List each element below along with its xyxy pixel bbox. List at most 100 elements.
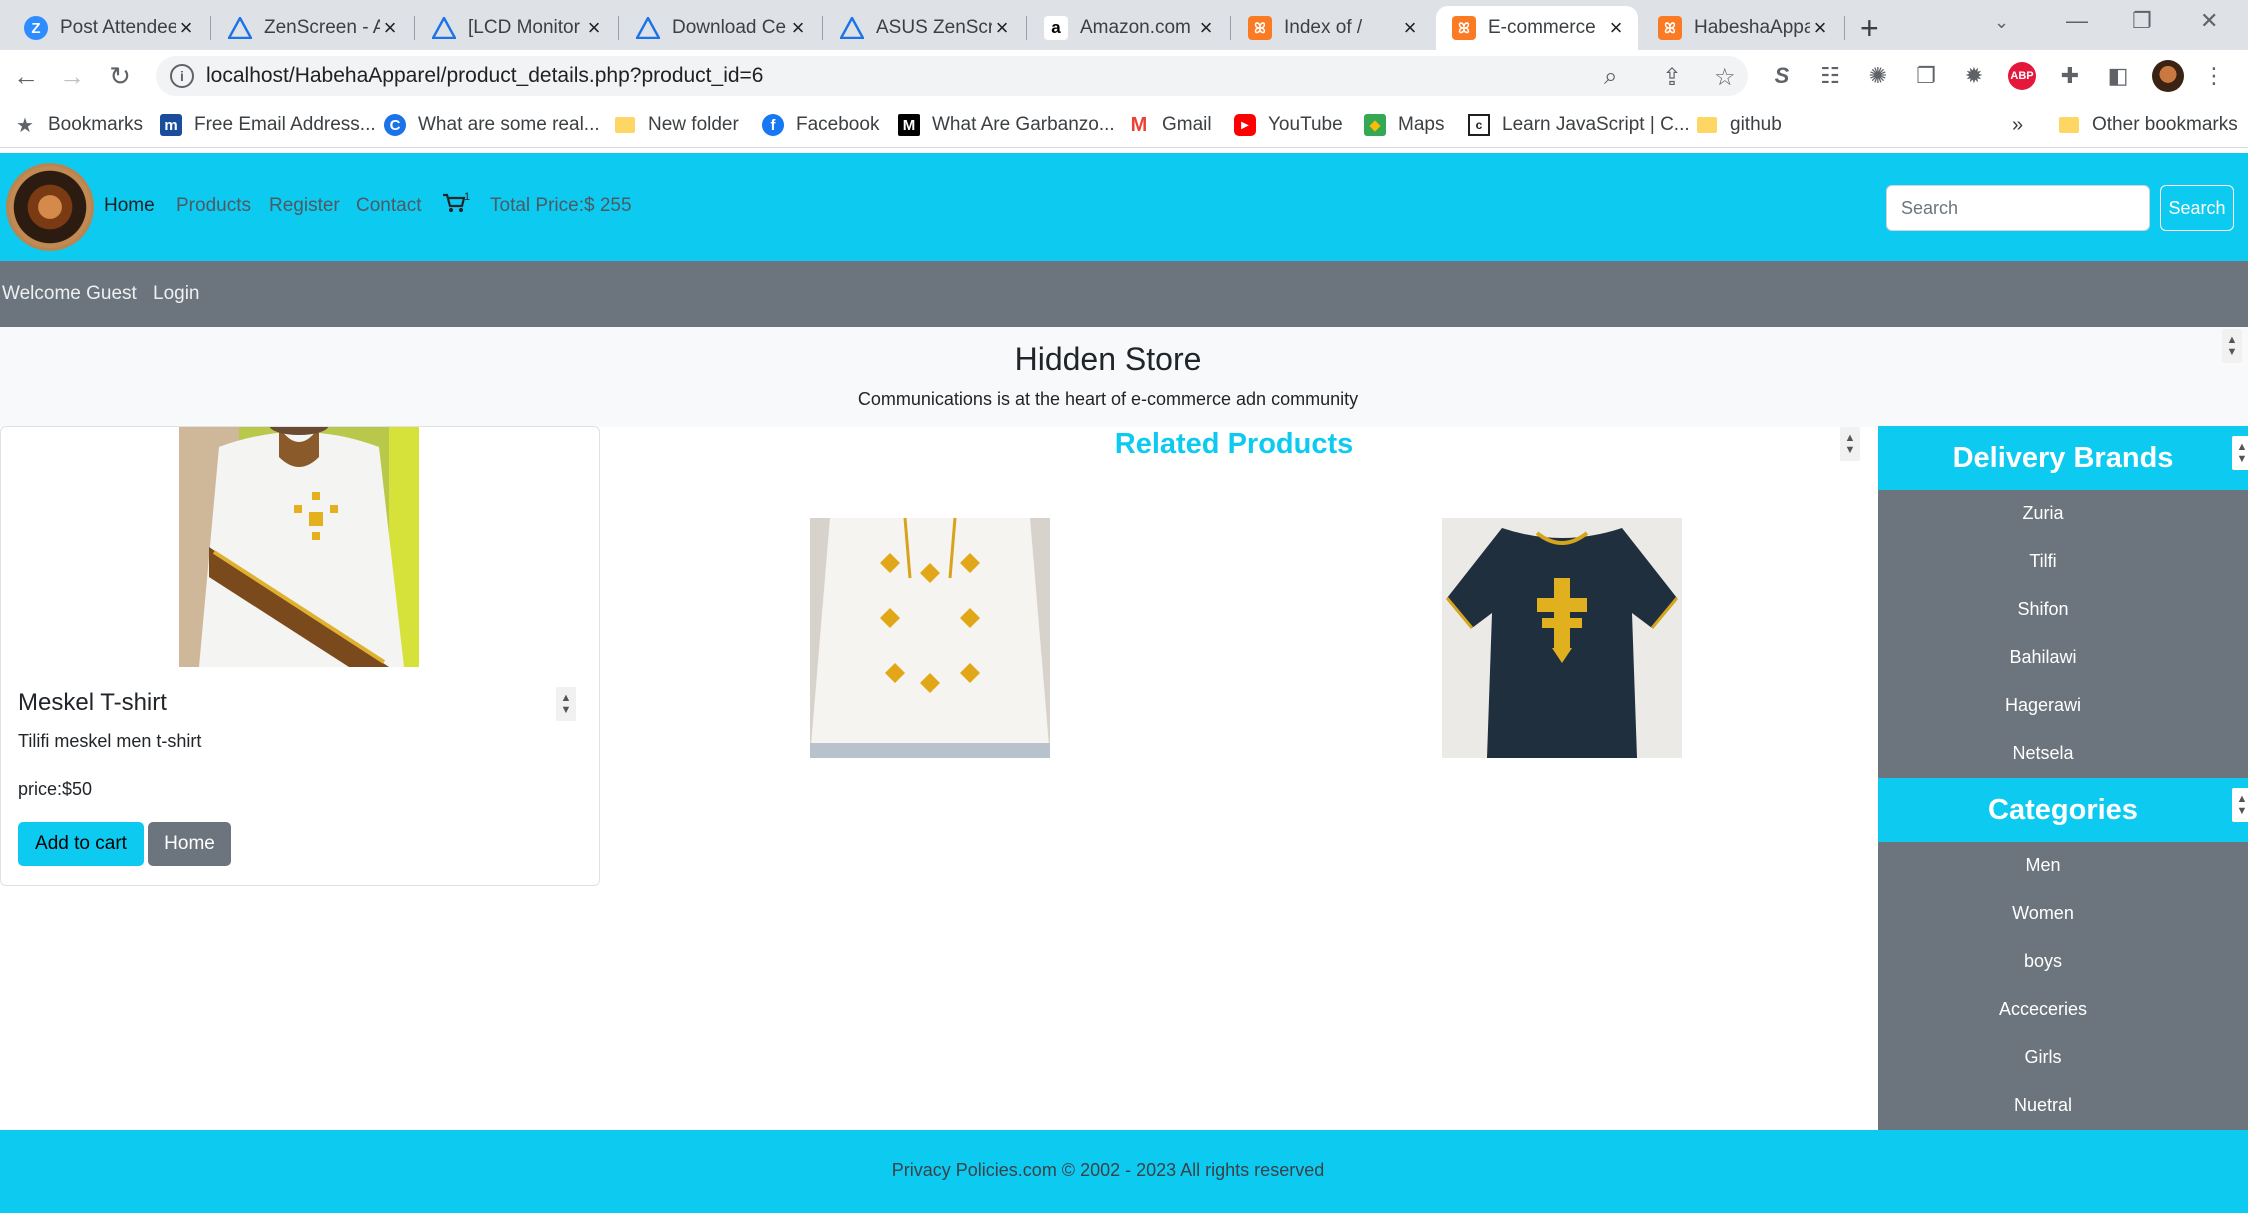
product-name: Meskel T-shirt bbox=[18, 689, 167, 716]
folder-icon bbox=[1696, 114, 1718, 136]
category-link[interactable]: boys bbox=[1878, 951, 2208, 972]
browser-tab-active[interactable]: ꕤ E-commerce × bbox=[1436, 6, 1638, 50]
browser-tab-bar: Z Post Attendee × ZenScreen - A × [LCD M… bbox=[0, 0, 2248, 50]
cart-icon[interactable] bbox=[442, 193, 466, 219]
product-description: Tilifi meskel men t-shirt bbox=[18, 731, 202, 751]
close-tab-icon[interactable]: × bbox=[992, 15, 1012, 41]
scroll-spinner-icon[interactable]: ▲ ▼ bbox=[556, 687, 576, 721]
browser-menu-icon[interactable]: ⋮ bbox=[2200, 62, 2228, 90]
brand-link[interactable]: Netsela bbox=[1878, 743, 2208, 764]
site-logo[interactable] bbox=[6, 163, 94, 251]
close-tab-icon[interactable]: × bbox=[788, 15, 808, 41]
close-tab-icon[interactable]: × bbox=[1810, 15, 1830, 41]
bookmark-item[interactable]: ⬥ Maps bbox=[1364, 112, 1444, 138]
back-icon[interactable]: ← bbox=[10, 60, 42, 92]
bookmark-item[interactable]: M Gmail bbox=[1128, 112, 1212, 138]
extension-s-icon[interactable]: S bbox=[1768, 62, 1796, 90]
tab-search-icon[interactable]: ⌄ bbox=[1994, 12, 2009, 33]
extensions-puzzle-icon[interactable]: ✚ bbox=[2056, 62, 2084, 90]
related-products-title: Related Products bbox=[1114, 428, 1354, 460]
extension-tree-icon[interactable]: ☷ bbox=[1816, 62, 1844, 90]
browser-toolbar: ← → ↻ i localhost/HabehaApparel/product_… bbox=[0, 50, 2248, 102]
brand-link[interactable]: Hagerawi bbox=[1878, 695, 2208, 716]
new-tab-icon[interactable]: + bbox=[1860, 10, 1879, 47]
bookmarks-overflow-button[interactable]: » bbox=[2012, 112, 2023, 138]
bookmark-item[interactable]: github bbox=[1696, 112, 1782, 138]
bookmark-item[interactable]: ★ Bookmarks bbox=[14, 112, 143, 138]
related-product-image[interactable] bbox=[1442, 518, 1682, 758]
bookmark-item[interactable]: M What Are Garbanzo... bbox=[898, 112, 1115, 138]
scroll-spinner-icon[interactable]: ▲ ▼ bbox=[2222, 329, 2242, 363]
maps-icon: ⬥ bbox=[1364, 114, 1386, 136]
profile-avatar[interactable] bbox=[2152, 60, 2184, 92]
folder-icon bbox=[614, 114, 636, 136]
bookmark-item[interactable]: New folder bbox=[614, 112, 739, 138]
close-window-icon[interactable]: ✕ bbox=[2200, 8, 2218, 34]
home-button[interactable]: Home bbox=[148, 822, 231, 866]
browser-tab[interactable]: ꕤ HabeshaAppa × bbox=[1642, 6, 1842, 50]
close-tab-icon[interactable]: × bbox=[380, 15, 400, 41]
nav-products[interactable]: Products bbox=[176, 195, 251, 217]
close-tab-icon[interactable]: × bbox=[1400, 15, 1420, 41]
bookmark-item[interactable]: ▶ YouTube bbox=[1234, 112, 1343, 138]
extension-bug-icon[interactable]: ✹ bbox=[1960, 62, 1988, 90]
nav-home[interactable]: Home bbox=[104, 195, 155, 217]
bookmark-item[interactable]: c Learn JavaScript | C... bbox=[1468, 112, 1690, 138]
scroll-spinner-icon[interactable]: ▲ ▼ bbox=[1840, 427, 1860, 461]
bookmark-item[interactable]: f Facebook bbox=[762, 112, 879, 138]
related-product-image[interactable] bbox=[810, 518, 1050, 758]
category-link[interactable]: Women bbox=[1878, 903, 2208, 924]
browser-tab[interactable]: Download Ce × bbox=[620, 6, 820, 50]
extension-gear-icon[interactable]: ✺ bbox=[1864, 62, 1892, 90]
extension-copy-icon[interactable]: ❐ bbox=[1912, 62, 1940, 90]
bookmark-item[interactable]: m Free Email Address... bbox=[160, 112, 376, 138]
category-link[interactable]: Girls bbox=[1878, 1047, 2208, 1068]
browser-tab[interactable]: [LCD Monitor × bbox=[416, 6, 616, 50]
close-tab-icon[interactable]: × bbox=[1196, 15, 1216, 41]
side-panel-icon[interactable]: ◧ bbox=[2104, 62, 2132, 90]
brand-link[interactable]: Shifon bbox=[1878, 599, 2208, 620]
other-bookmarks-label: Other bookmarks bbox=[2092, 114, 2238, 135]
adblock-icon[interactable]: ABP bbox=[2008, 62, 2036, 90]
browser-tab[interactable]: ASUS ZenScre × bbox=[824, 6, 1024, 50]
category-link[interactable]: Men bbox=[1878, 855, 2208, 876]
address-bar[interactable]: i localhost/HabehaApparel/product_detail… bbox=[156, 56, 1748, 96]
welcome-guest-link[interactable]: Welcome Guest bbox=[2, 283, 137, 305]
browser-tab[interactable]: ZenScreen - A × bbox=[212, 6, 412, 50]
zoom-icon[interactable]: ⌕ bbox=[1604, 63, 1617, 91]
close-tab-icon[interactable]: × bbox=[1606, 15, 1626, 41]
bookmark-item[interactable]: C What are some real... bbox=[384, 112, 600, 138]
other-bookmarks[interactable]: Other bookmarks bbox=[2058, 112, 2238, 138]
m-icon: m bbox=[160, 114, 182, 136]
restore-icon[interactable]: ❐ bbox=[2132, 8, 2152, 34]
bookmark-label: What are some real... bbox=[418, 114, 600, 135]
reload-icon[interactable]: ↻ bbox=[104, 60, 136, 92]
browser-tab[interactable]: ꕤ Index of / × bbox=[1232, 6, 1432, 50]
url-text[interactable]: localhost/HabehaApparel/product_details.… bbox=[206, 64, 763, 88]
bookmark-star-icon[interactable]: ☆ bbox=[1714, 63, 1736, 92]
login-link[interactable]: Login bbox=[153, 283, 200, 305]
search-input[interactable] bbox=[1886, 185, 2150, 231]
category-link[interactable]: Acceceries bbox=[1878, 999, 2208, 1020]
close-tab-icon[interactable]: × bbox=[584, 15, 604, 41]
minimize-icon[interactable]: — bbox=[2066, 8, 2088, 34]
nav-register[interactable]: Register bbox=[269, 195, 340, 217]
scroll-spinner-icon[interactable]: ▲ ▼ bbox=[2232, 788, 2248, 822]
share-icon[interactable]: ⇪ bbox=[1662, 63, 1682, 92]
product-price: price:$50 bbox=[18, 779, 93, 799]
scroll-spinner-icon[interactable]: ▲ ▼ bbox=[2232, 436, 2248, 470]
browser-tab[interactable]: Z Post Attendee × bbox=[8, 6, 208, 50]
site-info-icon[interactable]: i bbox=[170, 64, 194, 88]
forward-icon[interactable]: → bbox=[56, 60, 88, 92]
close-tab-icon[interactable]: × bbox=[176, 15, 196, 41]
brand-link[interactable]: Zuria bbox=[1878, 503, 2208, 524]
brand-link[interactable]: Tilfi bbox=[1878, 551, 2208, 572]
product-image[interactable] bbox=[179, 427, 419, 667]
add-to-cart-button[interactable]: Add to cart bbox=[18, 822, 144, 866]
category-link[interactable]: Nuetral bbox=[1878, 1095, 2208, 1116]
codecademy-icon: c bbox=[1468, 114, 1490, 136]
browser-tab[interactable]: a Amazon.com × bbox=[1028, 6, 1228, 50]
nav-contact[interactable]: Contact bbox=[356, 195, 421, 217]
search-button[interactable]: Search bbox=[2160, 185, 2234, 231]
brand-link[interactable]: Bahilawi bbox=[1878, 647, 2208, 668]
